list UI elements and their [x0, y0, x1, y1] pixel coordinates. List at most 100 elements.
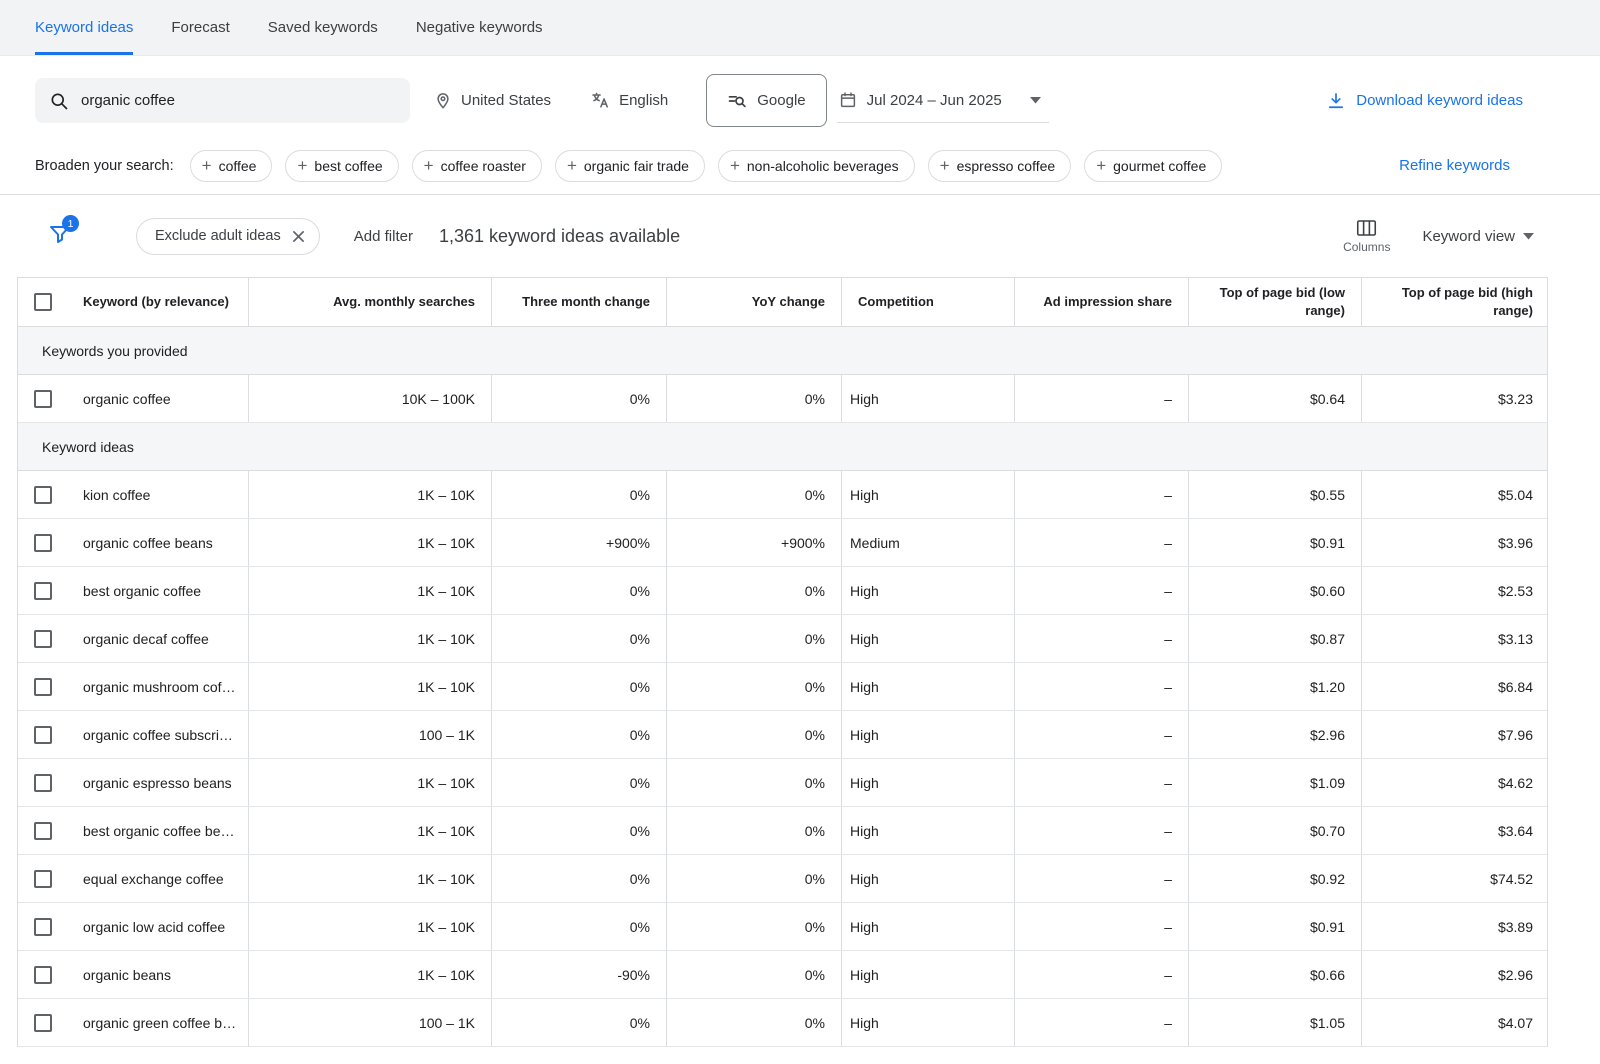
row-checkbox-cell — [18, 567, 67, 614]
chip-organic-fair-trade[interactable]: +organic fair trade — [555, 150, 705, 182]
keyword-view-label: Keyword view — [1422, 228, 1515, 245]
cell-three-month: 0% — [491, 615, 666, 662]
cell-low-bid: $1.09 — [1188, 759, 1361, 806]
row-checkbox[interactable] — [34, 918, 52, 936]
cell-ad-share: – — [1014, 471, 1188, 518]
row-checkbox[interactable] — [34, 390, 52, 408]
header-competition: Competition — [841, 278, 1014, 326]
cell-competition: High — [841, 711, 1014, 758]
chip-best-coffee[interactable]: +best coffee — [285, 150, 398, 182]
cell-competition: Medium — [841, 519, 1014, 566]
row-checkbox[interactable] — [34, 630, 52, 648]
date-range-label: Jul 2024 – Jun 2025 — [867, 92, 1002, 109]
table-section-row: Keyword ideas — [18, 423, 1547, 471]
filter-funnel-button[interactable]: 1 — [48, 222, 76, 250]
results-toolbar: 1 Exclude adult ideas Add filter 1,361 k… — [0, 195, 1600, 277]
cell-competition: High — [841, 663, 1014, 710]
keyword-ideas-table: Keyword (by relevance) Avg. monthly sear… — [17, 277, 1548, 1047]
row-checkbox[interactable] — [34, 870, 52, 888]
cell-low-bid: $0.70 — [1188, 807, 1361, 854]
plus-icon: + — [567, 157, 577, 174]
keyword-search-box[interactable] — [35, 78, 410, 123]
tab-saved-keywords[interactable]: Saved keywords — [268, 0, 378, 55]
date-range-selector[interactable]: Jul 2024 – Jun 2025 — [837, 78, 1049, 123]
row-checkbox-cell — [18, 375, 67, 422]
refine-keywords-link[interactable]: Refine keywords — [1399, 157, 1510, 174]
cell-keyword: organic low acid coffee — [67, 903, 248, 950]
chip-non-alcoholic-beverages[interactable]: +non-alcoholic beverages — [718, 150, 915, 182]
row-checkbox-cell — [18, 663, 67, 710]
chip-coffee[interactable]: +coffee — [190, 150, 273, 182]
cell-yoy: 0% — [666, 615, 841, 662]
row-checkbox[interactable] — [34, 774, 52, 792]
chip-gourmet-coffee[interactable]: +gourmet coffee — [1084, 150, 1222, 182]
table-row: organic green coffee b… 100 – 1K 0% 0% H… — [18, 999, 1547, 1047]
header-ad-impression-share: Ad impression share — [1014, 278, 1188, 326]
cell-yoy: 0% — [666, 567, 841, 614]
columns-button[interactable]: Columns — [1343, 219, 1390, 254]
table-row: organic beans 1K – 10K -90% 0% High – $0… — [18, 951, 1547, 999]
table-row: kion coffee 1K – 10K 0% 0% High – $0.55 … — [18, 471, 1547, 519]
select-all-checkbox[interactable] — [34, 293, 52, 311]
exclude-adult-ideas-chip[interactable]: Exclude adult ideas — [136, 218, 320, 255]
location-setting[interactable]: United States — [434, 92, 551, 110]
cell-keyword: organic beans — [67, 951, 248, 998]
cell-searches: 100 – 1K — [248, 999, 491, 1046]
row-checkbox-cell — [18, 951, 67, 998]
row-checkbox[interactable] — [34, 966, 52, 984]
add-filter-button[interactable]: Add filter — [354, 228, 413, 245]
keyword-count-text: 1,361 keyword ideas available — [439, 226, 680, 247]
cell-competition: High — [841, 615, 1014, 662]
cell-high-bid: $4.62 — [1361, 759, 1549, 806]
download-keyword-ideas-link[interactable]: Download keyword ideas — [1326, 91, 1523, 111]
row-checkbox[interactable] — [34, 1014, 52, 1032]
section-label: Keywords you provided — [42, 343, 188, 359]
cell-keyword: organic decaf coffee — [67, 615, 248, 662]
cell-low-bid: $0.55 — [1188, 471, 1361, 518]
close-icon[interactable] — [292, 230, 305, 243]
cell-three-month: 0% — [491, 999, 666, 1046]
cell-searches: 1K – 10K — [248, 807, 491, 854]
cell-three-month: 0% — [491, 567, 666, 614]
cell-competition: High — [841, 903, 1014, 950]
table-row: best organic coffee 1K – 10K 0% 0% High … — [18, 567, 1547, 615]
search-input[interactable] — [81, 92, 396, 109]
tab-keyword-ideas[interactable]: Keyword ideas — [35, 0, 133, 55]
cell-keyword: organic green coffee b… — [67, 999, 248, 1046]
row-checkbox[interactable] — [34, 822, 52, 840]
cell-keyword: best organic coffee — [67, 567, 248, 614]
cell-searches: 1K – 10K — [248, 951, 491, 998]
cell-low-bid: $0.87 — [1188, 615, 1361, 662]
table-header-row: Keyword (by relevance) Avg. monthly sear… — [18, 278, 1547, 327]
cell-low-bid: $0.60 — [1188, 567, 1361, 614]
row-checkbox-cell — [18, 999, 67, 1046]
search-section: United States English Google — [0, 56, 1600, 137]
keyword-view-selector[interactable]: Keyword view — [1422, 228, 1534, 245]
cell-high-bid: $2.53 — [1361, 567, 1549, 614]
row-checkbox[interactable] — [34, 726, 52, 744]
header-top-of-page-bid-low: Top of page bid (low range) — [1188, 278, 1361, 326]
tab-negative-keywords[interactable]: Negative keywords — [416, 0, 543, 55]
plus-icon: + — [730, 157, 740, 174]
cell-competition: High — [841, 471, 1014, 518]
network-selector[interactable]: Google — [706, 74, 826, 127]
tab-forecast[interactable]: Forecast — [171, 0, 229, 55]
row-checkbox[interactable] — [34, 486, 52, 504]
cell-searches: 10K – 100K — [248, 375, 491, 422]
row-checkbox[interactable] — [34, 678, 52, 696]
plus-icon: + — [1096, 157, 1106, 174]
table-row: organic low acid coffee 1K – 10K 0% 0% H… — [18, 903, 1547, 951]
cell-high-bid: $2.96 — [1361, 951, 1549, 998]
cell-keyword: equal exchange coffee — [67, 855, 248, 902]
plus-icon: + — [297, 157, 307, 174]
row-checkbox[interactable] — [34, 582, 52, 600]
chip-espresso-coffee[interactable]: +espresso coffee — [928, 150, 1072, 182]
row-checkbox-cell — [18, 759, 67, 806]
header-yoy-change: YoY change — [666, 278, 841, 326]
language-setting[interactable]: English — [591, 91, 668, 110]
cell-yoy: 0% — [666, 759, 841, 806]
cell-high-bid: $3.13 — [1361, 615, 1549, 662]
row-checkbox-cell — [18, 855, 67, 902]
row-checkbox[interactable] — [34, 534, 52, 552]
chip-coffee-roaster[interactable]: +coffee roaster — [412, 150, 542, 182]
